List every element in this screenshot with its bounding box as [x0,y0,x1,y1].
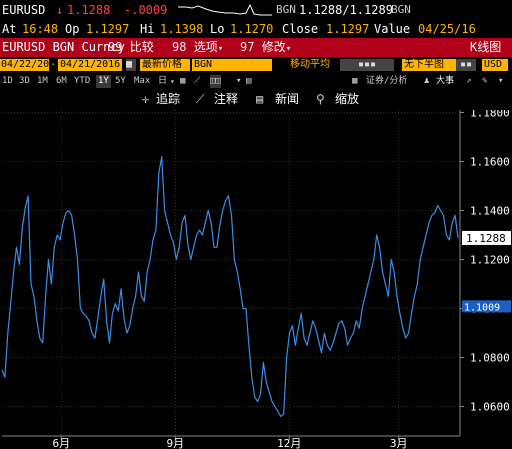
menu-label: 选项 [193,40,218,54]
period-1d[interactable]: 1D [2,75,13,88]
low-label: Lo [210,22,225,36]
open-value: 1.1297 [86,22,130,36]
pen-icon[interactable]: ⟋ [196,90,204,109]
quote-source: BGN [276,3,296,16]
compare-icon[interactable]: ◫◫ [210,75,221,88]
frequency-select[interactable]: 日 [158,75,167,88]
average-label: 1.1009 [464,302,500,313]
value-date: 04/25/16 [418,22,476,36]
y-tick-label: 1.0800 [470,352,510,365]
events-link[interactable]: 大事 [436,75,454,88]
last-price-label: 1.1288 [466,232,506,245]
close-label: Close [282,22,319,36]
high-label: Hi [140,22,155,36]
currency-select[interactable]: USD [482,59,508,71]
price-field-select[interactable]: 最新价格 [140,59,190,71]
x-tick-label: 12月 [277,437,301,449]
open-label: Op [65,22,80,36]
price-change: -.0009 [124,3,168,17]
period-bar: 1D 3D 1M 6M YTD 1Y 5Y Max 日 ▾ ▦ ⟋ ◫◫ ▾ ▤… [0,74,512,89]
period-6m[interactable]: 6M [56,75,67,88]
sparkline-icon [178,3,272,16]
period-max[interactable]: Max [134,75,150,88]
chart-type-label[interactable]: K线图 [470,38,501,57]
menu-label: 修改 [261,40,286,54]
y-tick-label: 1.1600 [470,155,510,168]
indicator-settings-button[interactable]: ▪▪▪ [340,59,394,71]
menu-num: 99 [108,40,123,54]
source-field[interactable]: BGN [192,59,272,71]
down-arrow-icon: ↓ [56,3,64,17]
x-tick-label: 3月 [390,437,408,449]
low-value: 1.1270 [230,22,274,36]
stats-line: At 16:48 Op 1.1297 Hi 1.1398 Lo 1.1270 C… [0,20,512,38]
menu-num: 97 [240,40,255,54]
calendar-icon[interactable]: ▦ [126,59,136,71]
period-ytd[interactable]: YTD [74,75,90,88]
x-axis-labels: 6月 9月 12月 3月 [52,436,408,449]
high-value: 1.1398 [160,22,204,36]
period-1y[interactable]: 1Y [96,75,111,88]
menu-bar: EURUSD BGN Curncy 99 比较 98 选项▾ 97 修改▾ K线… [0,38,512,57]
more-icon[interactable]: ▾ [498,75,503,88]
news-button[interactable]: 新闻 [275,90,299,109]
export-icon[interactable]: ⇗ [466,75,471,88]
color-icon[interactable]: ▤ [246,75,251,88]
time-label: At [2,22,17,36]
menu-num: 98 [172,40,187,54]
search-icon[interactable]: ⚲ [316,90,325,109]
x-tick-label: 9月 [166,437,184,449]
quote-source-2: BGN [391,3,411,16]
close-value: 1.1297 [326,22,370,36]
menu-compare[interactable]: 99 比较 [108,38,154,57]
dropdown-arrow-icon: ▾ [217,44,224,54]
price-line [1,156,459,417]
y-tick-label: 1.1800 [470,110,510,119]
ticker-label: EURUSD [2,3,46,17]
settings-icon[interactable]: ▦ [352,75,357,88]
crosshair-icon[interactable]: ✛ [142,90,149,109]
track-button[interactable]: 追踪 [156,90,180,109]
price-chart[interactable]: 1.18001.16001.14001.12001.10001.08001.06… [0,110,512,449]
menu-options[interactable]: 98 选项▾ [172,38,223,59]
indicator-select[interactable]: 移动平均 [290,59,340,71]
period-5y[interactable]: 5Y [115,75,126,88]
settings-bar: 04/22/2015 - 04/21/2016 ▦ 最新价格 BGN 移动平均 … [0,57,512,73]
events-icon[interactable]: ♟ [424,75,429,88]
y-tick-label: 1.1200 [470,254,510,267]
lower-panel-select[interactable]: 无下半图 [402,59,456,71]
y-tick-label: 1.0600 [470,401,510,414]
edit-icon[interactable]: ✎ [482,75,487,88]
value-label: Value [374,22,411,36]
menu-label: 比较 [129,40,154,54]
x-tick-label: 6月 [52,437,70,449]
last-price: 1.1288 [67,3,111,17]
dropdown-arrow-icon: ▾ [236,76,242,86]
date-separator: - [50,59,57,70]
grid-icon[interactable]: ▦ [180,75,185,88]
line-chart-icon[interactable]: ⟋ [194,75,200,88]
news-icon[interactable]: ▤ [256,90,263,109]
zoom-button[interactable]: 缩放 [335,90,359,109]
annotate-button[interactable]: 注释 [214,90,238,109]
quote-header: EURUSD ↓ 1.1288 -.0009 BGN 1.1288/1.1289… [0,0,512,20]
time-value: 16:48 [22,22,59,36]
chart-grid [2,110,461,437]
start-date-field[interactable]: 04/22/2015 [0,59,61,71]
period-3d[interactable]: 3D [19,75,30,88]
price-markers: 1.1288 1.1009 [462,230,511,313]
panel-settings-button[interactable]: ▪▪ [456,59,476,71]
chart-toolbar: ✛ 追踪 ⟋ 注释 ▤ 新闻 ⚲ 缩放 [0,90,512,109]
bid-ask: 1.1288/1.1289 [299,3,393,17]
security-name[interactable]: EURUSD BGN Curncy [2,38,125,57]
y-tick-label: 1.1400 [470,204,510,217]
dropdown-arrow-icon: ▾ [285,44,292,54]
security-analysis-link[interactable]: 证券/分析 [366,75,407,88]
end-date-field[interactable]: 04/21/2016 [58,59,122,71]
period-1m[interactable]: 1M [37,75,48,88]
dropdown-arrow-icon: ▾ [170,77,175,86]
menu-modify[interactable]: 97 修改▾ [240,38,291,59]
y-axis-labels: 1.18001.16001.14001.12001.10001.08001.06… [460,110,510,414]
